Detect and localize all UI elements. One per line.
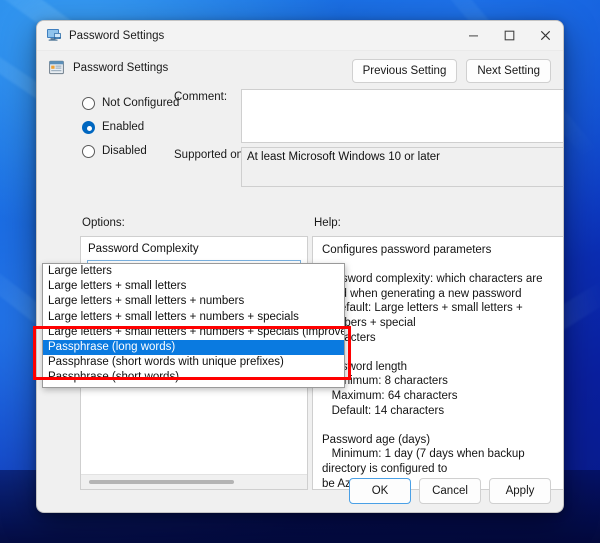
- setting-title: Password Complexity: [81, 237, 307, 260]
- radio-circle-icon: [82, 97, 95, 110]
- cancel-button[interactable]: Cancel: [419, 478, 481, 504]
- title-bar: Password Settings: [37, 21, 563, 51]
- supported-on-value: At least Microsoft Windows 10 or later: [242, 148, 564, 186]
- policy-state-radio-group: Not Configured Enabled Disabled: [82, 91, 179, 163]
- dropdown-item[interactable]: Large letters: [43, 264, 344, 279]
- maximize-button[interactable]: [491, 21, 527, 51]
- dropdown-item[interactable]: Large letters + small letters + numbers …: [43, 325, 344, 340]
- policy-header: Password Settings Previous Setting Next …: [37, 51, 563, 81]
- group-policy-setting-icon: [49, 60, 65, 76]
- comment-field[interactable]: [241, 89, 564, 143]
- state-section: Not Configured Enabled Disabled Comment:…: [37, 81, 563, 181]
- radio-label: Disabled: [102, 145, 147, 157]
- comment-label: Comment:: [174, 91, 227, 103]
- dropdown-item[interactable]: Passphrase (long words): [43, 340, 344, 355]
- password-complexity-dropdown-list[interactable]: Large lettersLarge letters + small lette…: [42, 263, 345, 388]
- window-title: Password Settings: [69, 30, 164, 42]
- ok-button[interactable]: OK: [349, 478, 411, 504]
- dropdown-item[interactable]: Large letters + small letters + numbers: [43, 294, 344, 309]
- setting-navigation: Previous Setting Next Setting: [352, 59, 551, 83]
- window-controls: [455, 21, 563, 51]
- help-text: Configures password parameters Password …: [313, 237, 564, 489]
- comment-value[interactable]: [242, 90, 564, 142]
- monitor-policy-icon: [46, 28, 62, 43]
- dropdown-item[interactable]: Large letters + small letters + numbers …: [43, 310, 344, 325]
- dropdown-item[interactable]: Passphrase (short words): [43, 370, 344, 385]
- close-button[interactable]: [527, 21, 563, 51]
- next-setting-button[interactable]: Next Setting: [466, 59, 551, 83]
- help-pane: Configures password parameters Password …: [312, 236, 564, 490]
- dropdown-item[interactable]: Passphrase (short words with unique pref…: [43, 355, 344, 370]
- radio-enabled[interactable]: Enabled: [82, 115, 179, 139]
- radio-label: Not Configured: [102, 97, 179, 109]
- dialog-footer: OK Cancel Apply: [37, 470, 563, 512]
- radio-not-configured[interactable]: Not Configured: [82, 91, 179, 115]
- radio-label: Enabled: [102, 121, 144, 133]
- dropdown-item[interactable]: Large letters + small letters: [43, 279, 344, 294]
- apply-button[interactable]: Apply: [489, 478, 551, 504]
- options-label: Options:: [82, 217, 125, 229]
- supported-on-field: At least Microsoft Windows 10 or later: [241, 147, 564, 187]
- radio-circle-selected-icon: [82, 121, 95, 134]
- previous-setting-button[interactable]: Previous Setting: [352, 59, 458, 83]
- supported-on-label: Supported on:: [174, 149, 246, 161]
- radio-circle-icon: [82, 145, 95, 158]
- help-label: Help:: [314, 217, 341, 229]
- minimize-button[interactable]: [455, 21, 491, 51]
- policy-name: Password Settings: [73, 62, 168, 74]
- radio-disabled[interactable]: Disabled: [82, 139, 179, 163]
